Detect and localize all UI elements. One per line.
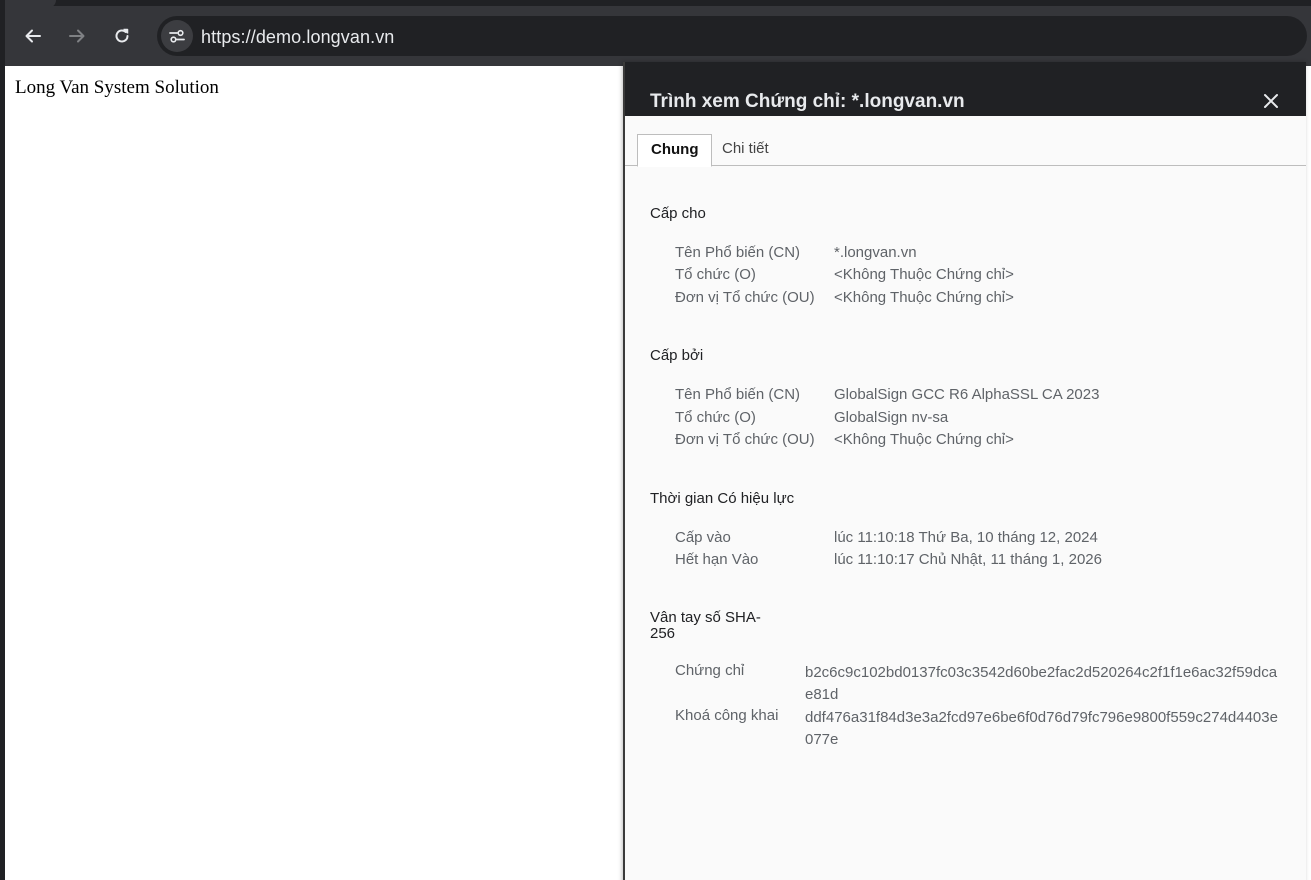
issued-by-ou-value: <Không Thuộc Chứng chỉ> xyxy=(834,431,1014,448)
issued-to-ou-value: <Không Thuộc Chứng chỉ> xyxy=(834,289,1014,306)
issued-to-cn-value: *.longvan.vn xyxy=(834,244,917,261)
reload-button[interactable] xyxy=(106,20,138,52)
issued-to-o-value: <Không Thuộc Chứng chỉ> xyxy=(834,266,1014,283)
section-issued-to-title: Cấp cho xyxy=(650,205,706,222)
issued-to-o-label: Tổ chức (O) xyxy=(675,266,756,283)
public-key-fingerprint-value: ddf476a31f84d3e3a2fcd97e6be6f0d76d79fc79… xyxy=(805,709,1278,748)
expires-on-value: lúc 11:10:17 Chủ Nhật, 11 tháng 1, 2026 xyxy=(834,551,1102,568)
back-button[interactable] xyxy=(17,20,49,52)
issued-by-ou-label: Đơn vị Tổ chức (OU) xyxy=(675,431,815,448)
fingerprints-title-line2: 256 xyxy=(650,625,676,642)
close-button[interactable] xyxy=(1258,88,1284,114)
close-icon xyxy=(1264,94,1278,108)
issued-on-label: Cấp vào xyxy=(675,529,731,546)
issued-by-o-label: Tổ chức (O) xyxy=(675,409,756,426)
fingerprints-title-line1: Vân tay số SHA- xyxy=(650,609,761,626)
issued-by-cn-value: GlobalSign GCC R6 AlphaSSL CA 2023 xyxy=(834,386,1100,403)
issued-on-value: lúc 11:10:18 Thứ Ba, 10 tháng 12, 2024 xyxy=(834,529,1098,546)
certificate-fingerprint-label: Chứng chỉ xyxy=(675,662,745,679)
window-left-edge xyxy=(0,0,5,880)
url-text[interactable]: https://demo.longvan.vn xyxy=(201,27,394,48)
section-validity-title: Thời gian Có hiệu lực xyxy=(650,490,795,507)
forward-button[interactable] xyxy=(61,20,93,52)
arrow-right-icon xyxy=(69,29,85,43)
page-heading: Long Van System Solution xyxy=(15,77,219,98)
issued-to-cn-label: Tên Phổ biến (CN) xyxy=(675,244,801,261)
section-fingerprints-title: Vân tay số SHA- 256 xyxy=(650,610,761,642)
certificate-fingerprint-value: b2c6c9c102bd0137fc03c3542d60be2fac2d5202… xyxy=(805,664,1278,703)
reload-icon xyxy=(115,28,129,43)
dialog-header: Trình xem Chứng chỉ: *.longvan.vn xyxy=(625,62,1306,116)
tune-icon xyxy=(169,29,185,43)
screen: https://demo.longvan.vn Long Van System … xyxy=(0,0,1311,880)
issued-by-o-value: GlobalSign nv-sa xyxy=(834,409,949,426)
issued-to-ou-label: Đơn vị Tổ chức (OU) xyxy=(675,289,815,306)
arrow-left-icon xyxy=(25,29,41,43)
tab-general[interactable]: Chung xyxy=(637,134,713,167)
public-key-fingerprint-label: Khoá công khai xyxy=(675,707,779,724)
certificate-viewer-dialog: Trình xem Chứng chỉ: *.longvan.vn Chung … xyxy=(623,62,1306,880)
site-info-button[interactable] xyxy=(161,20,193,52)
address-bar[interactable]: https://demo.longvan.vn xyxy=(157,16,1307,56)
dialog-tabs: Chung Chi tiết xyxy=(625,132,1306,167)
issued-by-cn-label: Tên Phổ biến (CN) xyxy=(675,386,801,403)
tab-details[interactable]: Chi tiết xyxy=(709,134,782,166)
expires-on-label: Hết hạn Vào xyxy=(675,551,759,568)
dialog-title: Trình xem Chứng chỉ: *.longvan.vn xyxy=(650,91,965,112)
browser-toolbar: https://demo.longvan.vn xyxy=(5,6,1311,66)
section-issued-by-title: Cấp bởi xyxy=(650,347,704,364)
